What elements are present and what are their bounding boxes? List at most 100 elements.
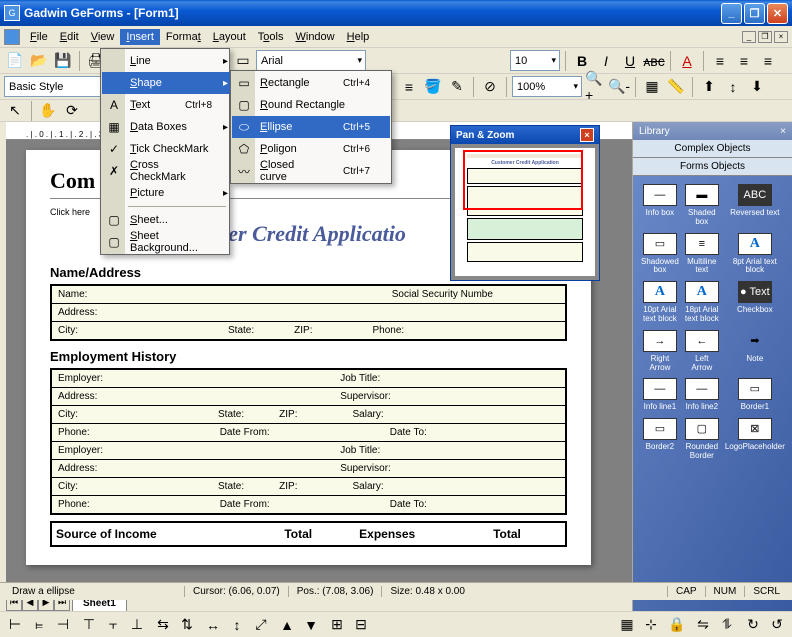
panzoom-title[interactable]: Pan & Zoom × [451,126,599,144]
rotate-cw-icon[interactable]: ↻ [742,614,764,636]
menu-item-sheet-background-[interactable]: ▢Sheet Background... [102,231,232,253]
mdi-restore[interactable]: ❐ [758,31,772,43]
lock-icon[interactable]: 🔒 [666,614,688,636]
menu-tools[interactable]: Tools [252,29,290,45]
align-bottom-icon[interactable]: ⊥ [126,614,148,636]
library-item-shaded-box[interactable]: ▬Shaded box [683,182,721,229]
distribute-h-icon[interactable]: ⇆ [152,614,174,636]
menu-item-cross-checkmark[interactable]: ✗Cross CheckMark [102,160,232,182]
library-item-info-line-[interactable]: —Info line1 [639,376,681,414]
menu-item-shape[interactable]: Shape [102,72,232,94]
insert-rect-icon[interactable]: ▭ [232,50,254,72]
italic-icon[interactable]: I [595,50,617,72]
no-fill-icon[interactable]: ⊘ [479,76,501,98]
library-item-logoplaceholder[interactable]: ⊠LogoPlaceholder [723,416,787,463]
library-item--pt-arial-text-block[interactable]: A10pt Arial text block [639,279,681,326]
menu-item-tick-checkmark[interactable]: ✓Tick CheckMark [102,138,232,160]
rotate-ccw-icon[interactable]: ↺ [766,614,788,636]
menu-layout[interactable]: Layout [207,29,252,45]
mdi-close[interactable]: × [774,31,788,43]
panzoom-preview[interactable]: Customer Credit Application [455,148,595,276]
library-tab-complex[interactable]: Complex Objects [633,140,792,158]
library-item--pt-arial-text-block[interactable]: A8pt Arial text block [723,231,787,278]
rotate-icon[interactable]: ⟳ [61,100,83,122]
font-color-icon[interactable]: A [676,50,698,72]
menu-view[interactable]: View [85,29,121,45]
shape-menu-closed-curve[interactable]: 〰Closed curveCtrl+7 [232,160,390,182]
strike-icon[interactable]: ᴀʙᴄ [643,50,665,72]
pointer-icon[interactable]: ↖ [4,100,26,122]
mdi-minimize[interactable]: _ [742,31,756,43]
align-left-icon[interactable]: ≡ [709,50,731,72]
line-color-icon[interactable]: ✎ [446,76,468,98]
line-weight-icon[interactable]: ≡ [398,76,420,98]
group-icon[interactable]: ⊞ [326,614,348,636]
menu-help[interactable]: Help [341,29,376,45]
shape-menu-poligon[interactable]: ⬠PoligonCtrl+6 [232,138,390,160]
menu-format[interactable]: Format [160,29,207,45]
zoom-combo[interactable]: 100% [512,76,582,97]
new-icon[interactable]: 📄 [4,50,26,72]
library-item-info-line-[interactable]: —Info line2 [683,376,721,414]
underline-icon[interactable]: U [619,50,641,72]
valign-bot-icon[interactable]: ⬇ [746,76,768,98]
library-item-shadowed-box[interactable]: ▭Shadowed box [639,231,681,278]
shape-menu-ellipse[interactable]: ⬭EllipseCtrl+5 [232,116,390,138]
align-center-h-icon[interactable]: ⫢ [28,614,50,636]
library-item--pt-arial-text-block[interactable]: A18pt Arial text block [683,279,721,326]
same-height-icon[interactable]: ↕ [226,614,248,636]
hand-icon[interactable]: ✋ [37,100,59,122]
flip-h-icon[interactable]: ⇋ [692,614,714,636]
library-item-right-arrow[interactable]: →Right Arrow [639,328,681,375]
align-left-objects-icon[interactable]: ⊢ [4,614,26,636]
grid-icon[interactable]: ▦ [641,76,663,98]
library-tab-forms[interactable]: Forms Objects [633,158,792,176]
menu-item-picture[interactable]: Picture [102,182,232,204]
menu-window[interactable]: Window [289,29,340,45]
ungroup-icon[interactable]: ⊟ [350,614,372,636]
library-item-multiline-text[interactable]: ≡Multiline text [683,231,721,278]
minimize-button[interactable]: _ [721,3,742,24]
menu-insert[interactable]: Insert [120,29,160,45]
library-item-reversed-text[interactable]: ABCReversed text [723,182,787,229]
flip-v-icon[interactable]: ⥮ [716,614,738,636]
panzoom-close-icon[interactable]: × [580,128,594,142]
library-item-checkbox[interactable]: ● TextCheckbox [723,279,787,326]
zoom-in-icon[interactable]: 🔍+ [584,76,606,98]
align-right-objects-icon[interactable]: ⊣ [52,614,74,636]
snap-guides-icon[interactable]: ⊹ [640,614,662,636]
menu-item-line[interactable]: Line [102,50,232,72]
zoom-out-icon[interactable]: 🔍- [608,76,630,98]
library-item-note[interactable]: ➡Note [723,328,787,375]
font-size-combo[interactable]: 10 [510,50,560,71]
distribute-v-icon[interactable]: ⇅ [176,614,198,636]
align-middle-icon[interactable]: ⫟ [102,614,124,636]
same-width-icon[interactable]: ↔ [202,614,224,636]
menu-item-sheet-[interactable]: ▢Sheet... [102,209,232,231]
open-icon[interactable]: 📂 [28,50,50,72]
same-size-icon[interactable]: ⤢ [250,614,272,636]
valign-top-icon[interactable]: ⬆ [698,76,720,98]
library-close-icon[interactable]: × [780,126,786,137]
snap-grid-icon[interactable]: ▦ [616,614,638,636]
ruler-icon[interactable]: 📏 [665,76,687,98]
close-button[interactable]: ✕ [767,3,788,24]
valign-mid-icon[interactable]: ↕ [722,76,744,98]
fill-icon[interactable]: 🪣 [422,76,444,98]
style-combo[interactable]: Basic Style [4,76,114,97]
send-back-icon[interactable]: ▼ [300,614,322,636]
menu-edit[interactable]: Edit [54,29,85,45]
align-center-icon[interactable]: ≡ [733,50,755,72]
library-item-border-[interactable]: ▭Border1 [723,376,787,414]
library-item-left-arrow[interactable]: ←Left Arrow [683,328,721,375]
menu-item-text[interactable]: ATextCtrl+8 [102,94,232,116]
save-icon[interactable]: 💾 [52,50,74,72]
library-item-rounded-border[interactable]: ▢Rounded Border [683,416,721,463]
bold-icon[interactable]: B [571,50,593,72]
align-right-icon[interactable]: ≡ [757,50,779,72]
shape-menu-rectangle[interactable]: ▭RectangleCtrl+4 [232,72,390,94]
library-item-border-[interactable]: ▭Border2 [639,416,681,463]
align-top-icon[interactable]: ⊤ [78,614,100,636]
shape-menu-round-rectangle[interactable]: ▢Round Rectangle [232,94,390,116]
bring-front-icon[interactable]: ▲ [276,614,298,636]
